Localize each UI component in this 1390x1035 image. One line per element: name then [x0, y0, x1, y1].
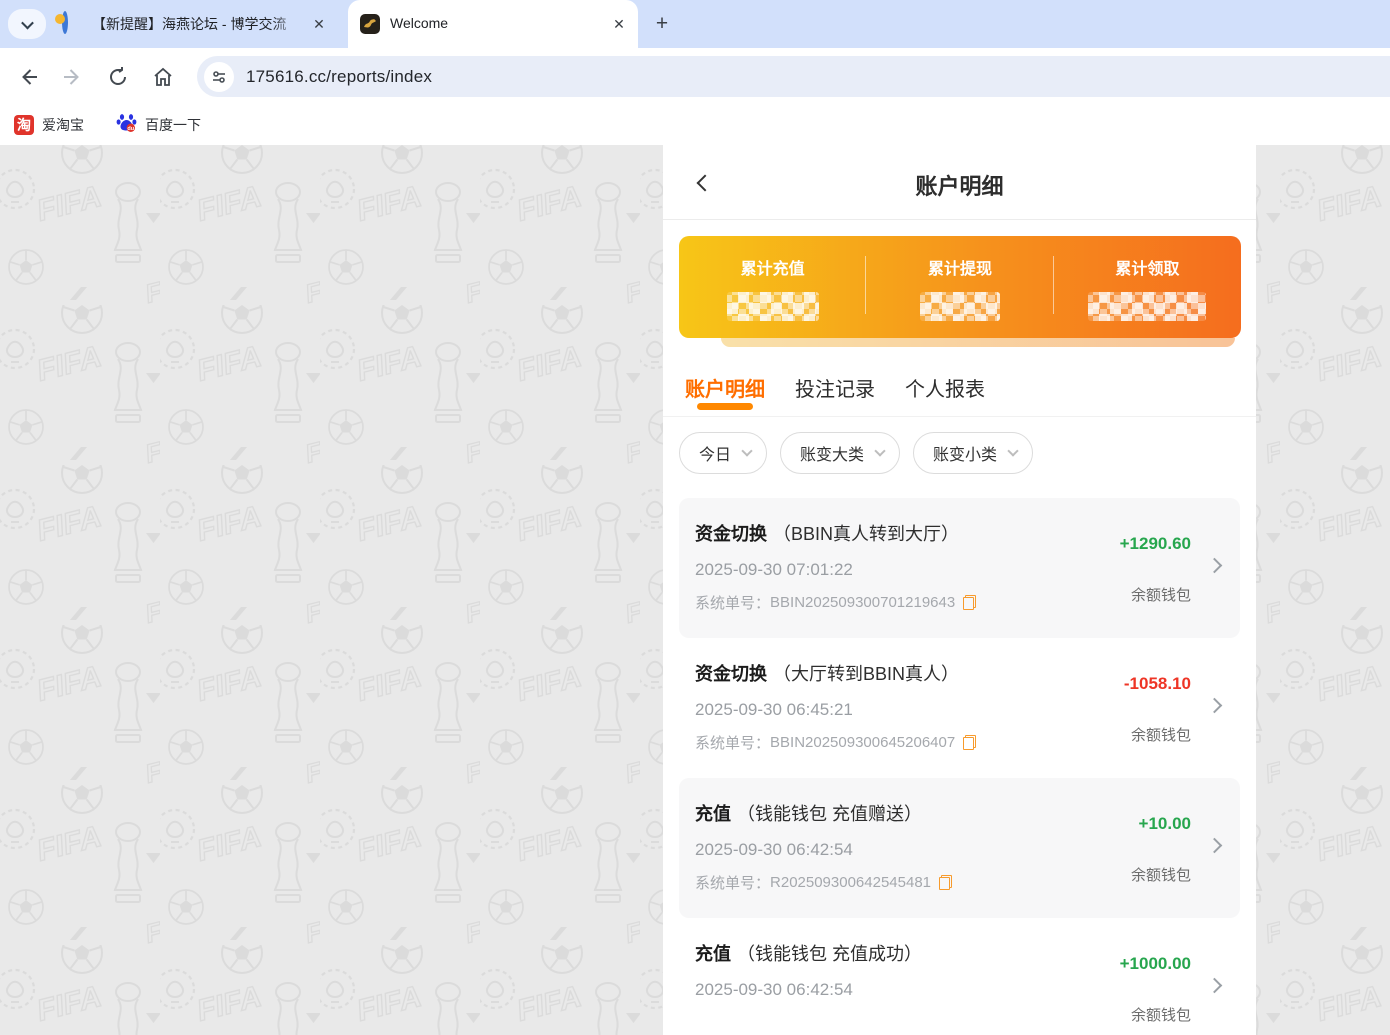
filter-major-category-dropdown[interactable]: 账变大类: [780, 432, 901, 474]
chevron-down-icon: [741, 445, 753, 457]
order-number: R202509300642545481: [770, 874, 932, 891]
panel-header: 账户明细: [663, 145, 1256, 220]
summary-card: 累计充值 累计提现 累计领取: [679, 236, 1241, 338]
wallet-label: 余额钱包: [1130, 1007, 1191, 1024]
account-detail-panel: 账户明细 累计充值 累计提现 累计领取 账户明细 投注记录 个人报表 今日 账变…: [663, 145, 1256, 1035]
svg-text:du: du: [127, 126, 134, 132]
new-tab-button[interactable]: +: [648, 10, 676, 38]
transaction-row[interactable]: 资金切换 （大厅转到BBIN真人） 2025-09-30 06:45:21 系统单…: [679, 638, 1240, 778]
welcome-favicon: [360, 14, 380, 34]
back-button[interactable]: [13, 62, 43, 92]
tab-personal-report[interactable]: 个人报表: [905, 373, 985, 416]
order-number-line: 系统单号： BBIN202509300645206407: [695, 732, 1070, 753]
summary-withdraw: 累计提现: [866, 236, 1054, 338]
tab-title: Welcome: [390, 15, 449, 31]
amount: +1290.60: [1119, 534, 1191, 553]
chevron-right-icon[interactable]: [1206, 697, 1223, 714]
order-number-line: 系统单号： R202509300642545481: [695, 872, 1070, 893]
baidu-paw-icon: du: [116, 112, 137, 138]
bookmark-baidu[interactable]: du 百度一下: [116, 112, 201, 138]
forum-favicon: [55, 11, 82, 34]
tab-title: 【新提醒】海燕论坛 - 博学交流: [92, 16, 287, 32]
browser-tab-strip: 【新提醒】海燕论坛 - 博学交流 ✕ Welcome ✕ +: [0, 0, 1390, 48]
close-icon[interactable]: ✕: [610, 15, 628, 33]
reload-button[interactable]: [103, 62, 133, 92]
forward-button[interactable]: [58, 62, 88, 92]
copy-icon[interactable]: [963, 735, 977, 750]
browser-tab-welcome[interactable]: Welcome ✕: [348, 0, 638, 48]
transaction-row[interactable]: 资金切换 （BBIN真人转到大厅） 2025-09-30 07:01:22 系统单…: [679, 498, 1240, 638]
site-settings-icon[interactable]: [204, 61, 234, 92]
filter-minor-category-dropdown[interactable]: 账变小类: [913, 432, 1034, 474]
masked-amount: [726, 292, 819, 321]
masked-amount: [1088, 292, 1207, 321]
summary-recharge: 累计充值: [679, 236, 867, 338]
amount: +1000.00: [1119, 954, 1191, 973]
transaction-row[interactable]: 充值 （钱能钱包 充值赠送） 2025-09-30 06:42:54 系统单号： …: [679, 778, 1240, 918]
home-button[interactable]: [148, 62, 178, 92]
copy-icon[interactable]: [963, 595, 977, 610]
transaction-time: 2025-09-30 06:45:21: [695, 700, 853, 719]
chevron-right-icon[interactable]: [1206, 837, 1223, 854]
tab-search-button[interactable]: [8, 9, 46, 39]
bookmarks-bar: 淘 爱淘宝 du 百度一下: [0, 105, 1390, 145]
chevron-right-icon[interactable]: [1206, 557, 1223, 574]
bookmark-aitaobao[interactable]: 淘 爱淘宝: [14, 115, 84, 135]
wallet-label: 余额钱包: [1130, 727, 1191, 744]
browser-toolbar: 175616.cc/reports/index: [0, 48, 1390, 105]
browser-tab-forum[interactable]: 【新提醒】海燕论坛 - 博学交流 ✕: [50, 0, 338, 48]
order-number: BBIN202509300701219643: [770, 594, 956, 611]
active-tab-underline: [697, 403, 753, 410]
chevron-down-icon: [874, 445, 886, 457]
transaction-time: 2025-09-30 06:42:54: [695, 980, 853, 999]
order-number: BBIN202509300645206407: [770, 734, 956, 751]
card-shadow: [721, 338, 1235, 347]
wallet-label: 余额钱包: [1130, 587, 1191, 604]
wallet-label: 余额钱包: [1130, 867, 1191, 884]
chevron-down-icon: [1007, 445, 1019, 457]
filter-row: 今日 账变大类 账变小类: [663, 417, 1256, 498]
taobao-icon: 淘: [14, 115, 34, 135]
transaction-row[interactable]: 充值 （钱能钱包 充值成功） 2025-09-30 06:42:54 +1000.…: [679, 918, 1240, 1035]
amount: -1058.10: [1123, 674, 1191, 693]
tab-bet-records[interactable]: 投注记录: [795, 373, 875, 416]
order-number-line: 系统单号： BBIN202509300701219643: [695, 592, 1070, 613]
tab-account-detail[interactable]: 账户明细: [685, 373, 765, 416]
transaction-time: 2025-09-30 07:01:22: [695, 560, 853, 579]
summary-section: 累计充值 累计提现 累计领取: [663, 220, 1256, 347]
report-tabs: 账户明细 投注记录 个人报表: [663, 347, 1256, 417]
page-title: 账户明细: [915, 174, 1004, 199]
transaction-time: 2025-09-30 06:42:54: [695, 840, 853, 859]
amount: +10.00: [1138, 814, 1191, 833]
close-icon[interactable]: ✕: [310, 15, 328, 33]
masked-amount: [919, 292, 1000, 321]
web-page: FIFA FIFA 账户明细 累计充值: [0, 145, 1390, 1035]
summary-claimed: 累计领取: [1054, 236, 1241, 338]
copy-icon[interactable]: [939, 875, 953, 890]
address-bar[interactable]: 175616.cc/reports/index: [197, 56, 1390, 97]
chevron-down-icon: [20, 16, 34, 29]
chevron-right-icon[interactable]: [1206, 977, 1223, 994]
filter-date-dropdown[interactable]: 今日: [679, 432, 768, 474]
url-text: 175616.cc/reports/index: [246, 66, 433, 86]
transaction-list: 资金切换 （BBIN真人转到大厅） 2025-09-30 07:01:22 系统单…: [663, 498, 1256, 1035]
